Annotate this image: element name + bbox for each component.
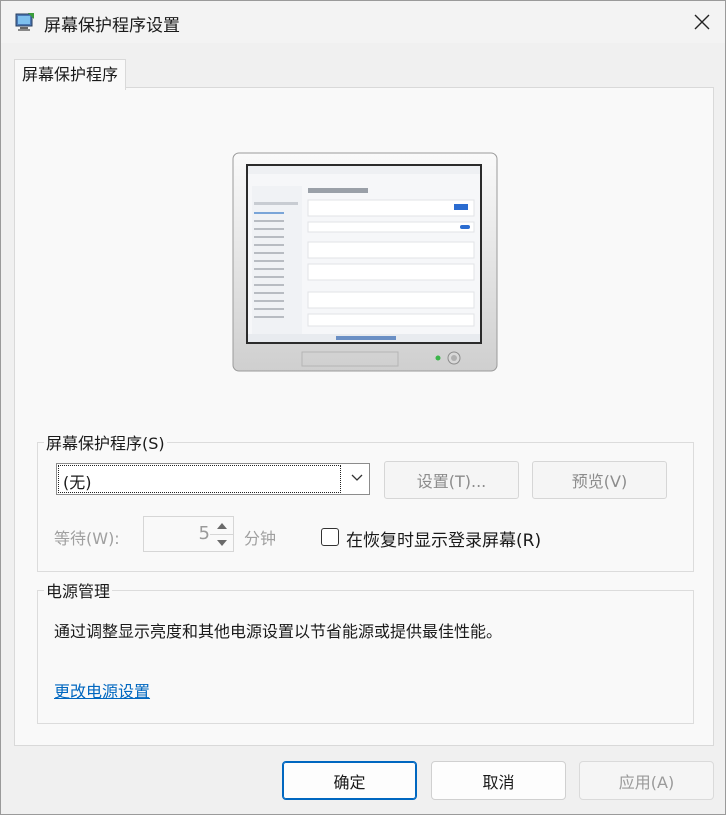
settings-button[interactable]: 设置(T)... (384, 461, 519, 499)
power-management-label: 电源管理 (46, 582, 111, 601)
caret-down-icon (217, 539, 227, 546)
screensaver-select-value: (无) (58, 465, 341, 493)
apply-button[interactable]: 应用(A) (579, 761, 714, 800)
title-bar[interactable]: 屏幕保护程序设置 (1, 1, 725, 43)
tab-screensaver[interactable]: 屏幕保护程序 (14, 59, 127, 90)
monitor-settings-icon (15, 13, 34, 31)
caret-up-icon (217, 522, 227, 529)
change-power-settings-link[interactable]: 更改电源设置 (54, 678, 150, 702)
monitor-preview-image (232, 152, 498, 372)
window-title: 屏幕保护程序设置 (44, 16, 180, 36)
resume-logon-checkbox[interactable] (321, 528, 339, 546)
wait-label: 等待(W): (54, 529, 120, 548)
close-button[interactable] (679, 1, 725, 43)
wait-stepper[interactable]: 5 (143, 516, 234, 552)
wait-value[interactable]: 5 (144, 517, 210, 551)
screensaver-select[interactable]: (无) (56, 463, 370, 495)
stepper-up-button[interactable] (210, 517, 234, 535)
minutes-label: 分钟 (244, 529, 277, 548)
resume-logon-label[interactable]: 在恢复时显示登录屏幕(R) (346, 526, 541, 551)
screensaver-settings-dialog: 屏幕保护程序设置 屏幕保护程序 屏幕保护程序(S) (无) 设置(T)... 预… (0, 0, 726, 815)
tab-panel: 屏幕保护程序(S) (无) 设置(T)... 预览(V) 等待(W): 5 分钟… (14, 87, 714, 746)
power-description: 通过调整显示亮度和其他电源设置以节省能源或提供最佳性能。 (54, 622, 503, 641)
screensaver-group-label: 屏幕保护程序(S) (46, 434, 165, 453)
stepper-down-button[interactable] (210, 534, 234, 551)
chevron-down-icon (351, 474, 363, 481)
ok-button[interactable]: 确定 (282, 761, 417, 800)
power-management-group: 电源管理 (37, 578, 694, 724)
close-icon (694, 14, 710, 30)
preview-button[interactable]: 预览(V) (532, 461, 667, 499)
cancel-button[interactable]: 取消 (431, 761, 566, 800)
